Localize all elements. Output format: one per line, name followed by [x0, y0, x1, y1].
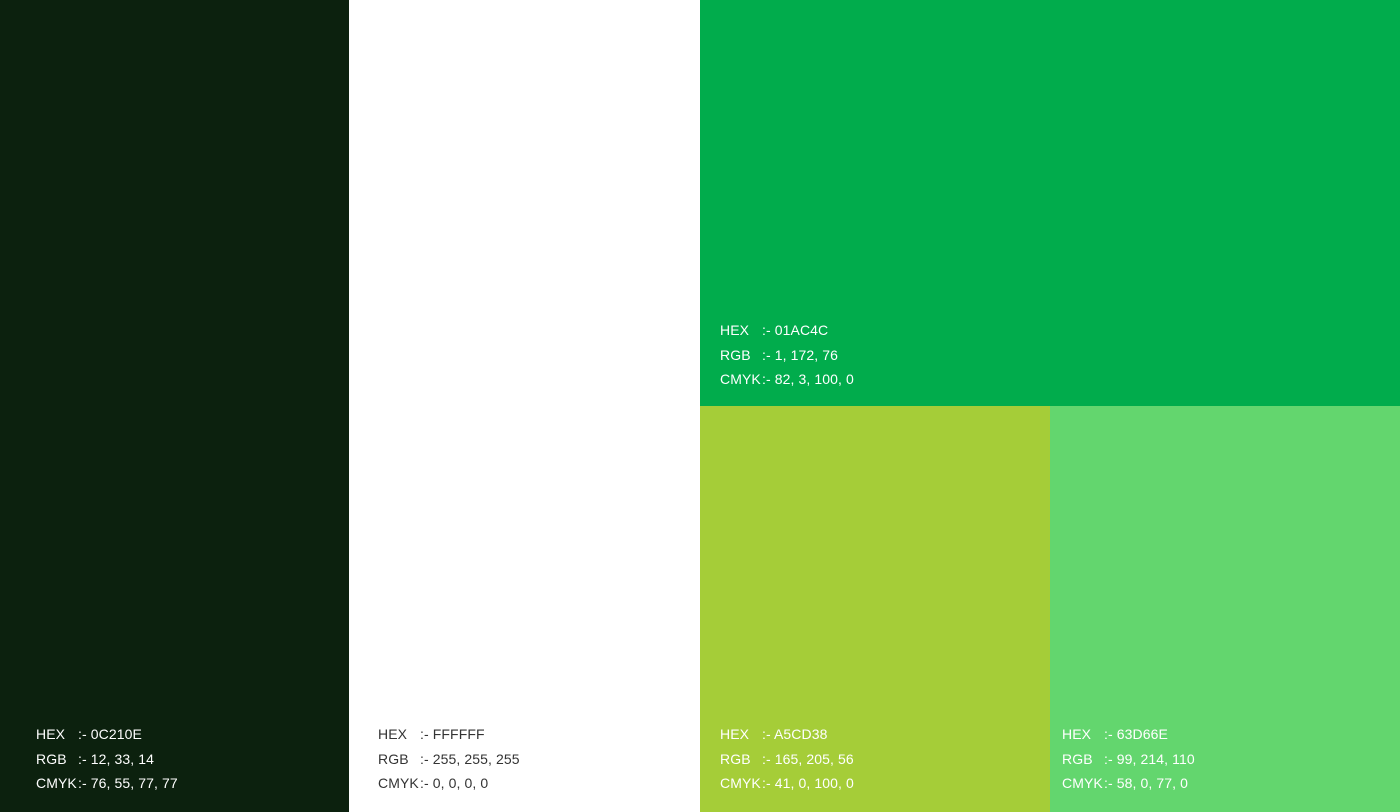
hex-value: :- 0C210E	[78, 726, 142, 742]
swatch-dark	[0, 0, 349, 812]
cmyk-row: CMYK:- 76, 55, 77, 77	[36, 771, 178, 796]
cmyk-value: :- 0, 0, 0, 0	[420, 775, 489, 791]
cmyk-value: :- 58, 0, 77, 0	[1104, 775, 1188, 791]
hex-row: HEX :- 0C210E	[36, 722, 178, 747]
cmyk-row: CMYK:- 82, 3, 100, 0	[720, 367, 854, 392]
hex-label: HEX	[378, 726, 408, 742]
rgb-value: :- 255, 255, 255	[420, 750, 520, 767]
hex-label: HEX	[720, 322, 750, 338]
cmyk-row: CMYK:- 58, 0, 77, 0	[1062, 771, 1195, 796]
hex-row: HEX :- 01AC4C	[720, 318, 854, 343]
swatch-info: HEX:- FFFFFF RGB:- 255, 255, 255 CMYK:- 0,…	[378, 722, 520, 796]
swatch-white	[349, 0, 700, 812]
hex-value: :- 01AC4C	[762, 322, 829, 338]
cmyk-value: :- 41, 0, 100, 0	[762, 775, 854, 791]
rgb-row: RGB :- 99, 214, 110	[1062, 747, 1195, 772]
hex-row: HEX :- 63D66E	[1062, 722, 1195, 747]
hex-label: HEX	[720, 726, 750, 742]
cmyk-row: CMYK:- 0, 0, 0, 0	[378, 771, 520, 796]
cmyk-label: CMYK	[378, 775, 419, 791]
swatch-info: HEX:- 01AC4C RGB:- 1, 172, 76 CMYK:- 82, 3…	[720, 318, 854, 392]
hex-label: HEX	[1062, 726, 1092, 742]
rgb-label: RGB	[378, 750, 409, 767]
rgb-row: RGB :- 1, 172, 76	[720, 343, 854, 368]
cmyk-label: CMYK	[36, 775, 77, 791]
hex-value: :- A5CD38	[762, 726, 828, 742]
hex-value: :- FFFFFF	[420, 726, 485, 742]
rgb-value: :- 12, 33, 14	[78, 750, 155, 767]
cmyk-label: CMYK	[720, 775, 761, 791]
rgb-label: RGB	[36, 750, 67, 767]
hex-row: HEX :- FFFFFF	[378, 722, 520, 747]
cmyk-value: :- 82, 3, 100, 0	[762, 371, 854, 387]
rgb-label: RGB	[1062, 750, 1093, 767]
rgb-row: RGB :- 165, 205, 56	[720, 747, 854, 772]
swatch-info: HEX:- 0C210E RGB:- 12, 33, 14 CMYK:- 76, 5…	[36, 722, 178, 796]
hex-row: HEX :- A5CD38	[720, 722, 854, 747]
rgb-value: :- 165, 205, 56	[762, 750, 854, 767]
cmyk-value: :- 76, 55, 77, 77	[78, 775, 178, 791]
hex-value: :- 63D66E	[1104, 726, 1168, 742]
rgb-row: RGB :- 12, 33, 14	[36, 747, 178, 772]
rgb-value: :- 99, 214, 110	[1104, 750, 1195, 767]
rgb-value: :- 1, 172, 76	[762, 346, 839, 363]
rgb-row: RGB :- 255, 255, 255	[378, 747, 520, 772]
cmyk-row: CMYK:- 41, 0, 100, 0	[720, 771, 854, 796]
swatch-info: HEX:- 63D66E RGB:- 99, 214, 110 CMYK:- 58,…	[1062, 722, 1195, 796]
rgb-label: RGB	[720, 750, 751, 767]
cmyk-label: CMYK	[1062, 775, 1103, 791]
rgb-label: RGB	[720, 346, 751, 363]
swatch-info: HEX:- A5CD38 RGB:- 165, 205, 56 CMYK:- 41,…	[720, 722, 854, 796]
hex-label: HEX	[36, 726, 66, 742]
cmyk-label: CMYK	[720, 371, 761, 387]
